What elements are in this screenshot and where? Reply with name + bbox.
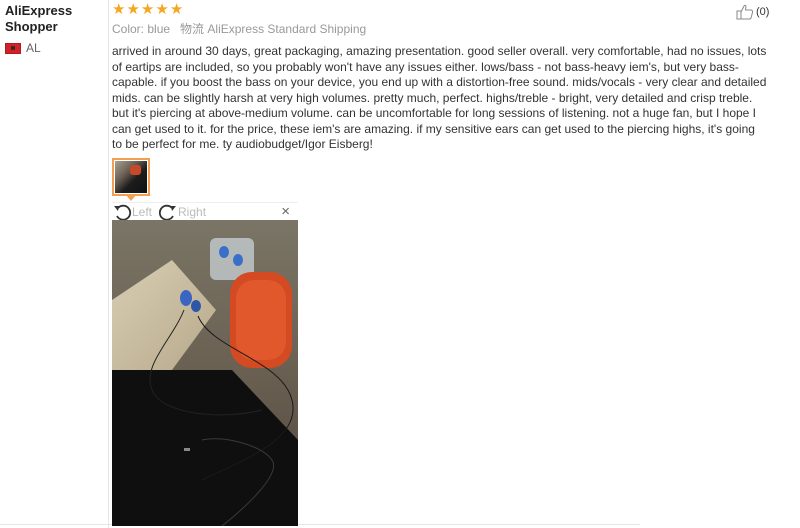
color-label: Color:	[112, 22, 145, 36]
order-info: Color: blue 物流 AliExpress Standard Shipp…	[112, 22, 772, 36]
review-photo	[112, 220, 298, 526]
review-image-thumbnails	[112, 158, 150, 201]
star-icon: ★	[169, 1, 184, 18]
color-info: Color: blue	[112, 22, 170, 36]
color-value: blue	[147, 22, 171, 36]
logistics-info: 物流 AliExpress Standard Shipping	[180, 22, 366, 36]
column-divider	[108, 0, 109, 528]
logistics-value: AliExpress Standard Shipping	[207, 22, 367, 36]
review-image-thumbnail[interactable]	[112, 158, 150, 196]
image-viewer: Left Right ×	[112, 202, 298, 526]
helpful-count: (0)	[756, 6, 770, 18]
star-icon: ★	[155, 1, 169, 18]
review-text: arrived in around 30 days, great packagi…	[112, 44, 767, 151]
review-content: ★ ★ ★ ★ ★ Color: blue 物流 AliExpress Stan…	[112, 2, 772, 153]
rotate-right-label: Right	[178, 205, 207, 219]
rotate-left-button[interactable]: Left	[112, 203, 152, 221]
viewer-toolbar: Left Right ×	[112, 202, 298, 221]
reviewer-country: AL	[5, 41, 105, 55]
helpful-button[interactable]: (0)	[736, 4, 769, 20]
star-icon: ★	[140, 1, 155, 18]
selected-caret-icon	[126, 195, 136, 201]
thumbnail-image	[115, 161, 147, 193]
close-viewer-button[interactable]: ×	[281, 204, 290, 220]
star-icon: ★	[126, 1, 140, 18]
country-code: AL	[26, 41, 41, 55]
logistics-label: 物流	[180, 22, 205, 36]
rotate-left-label: Left	[132, 205, 153, 219]
star-rating: ★ ★ ★ ★ ★	[112, 2, 772, 18]
bottom-divider	[0, 524, 640, 525]
star-icon: ★	[112, 1, 126, 18]
reviewer-name: AliExpress Shopper	[5, 3, 73, 34]
thumbs-up-icon	[736, 4, 754, 20]
reviewer-info: AliExpress Shopper AL	[5, 3, 105, 55]
rotate-right-button[interactable]: Right	[158, 203, 206, 221]
rotate-left-icon	[114, 204, 132, 221]
country-flag-icon	[5, 42, 21, 54]
rotate-right-icon	[158, 204, 177, 221]
